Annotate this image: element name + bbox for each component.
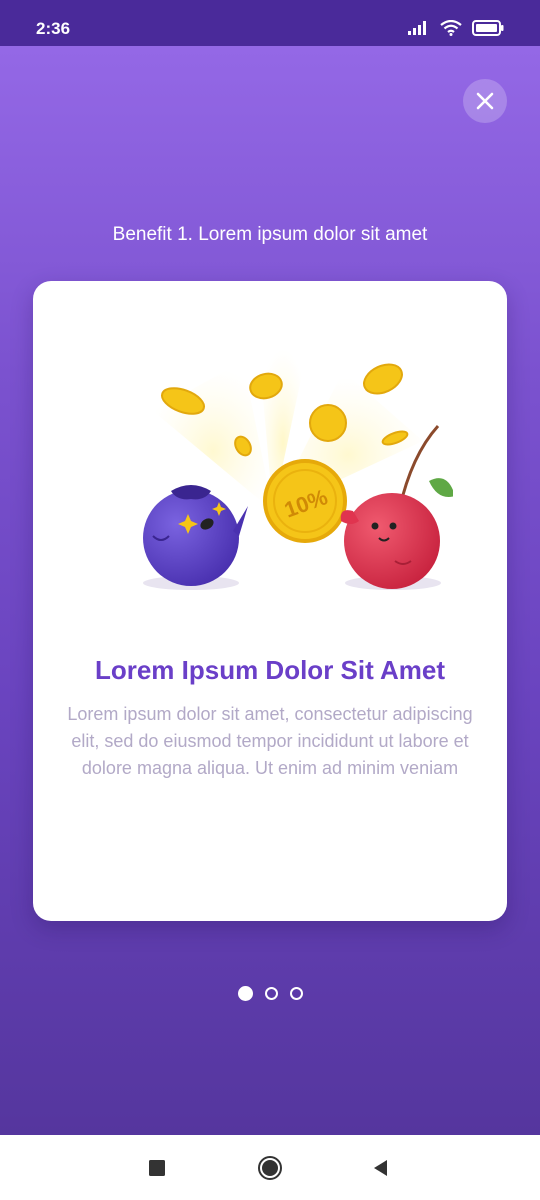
signal-icon	[408, 21, 430, 40]
home-icon	[258, 1156, 282, 1180]
wifi-icon	[440, 19, 462, 41]
home-button[interactable]	[257, 1155, 283, 1181]
benefit-card: 10% Lorem Ipsum Dolor Sit Amet Lorem ips…	[33, 281, 507, 921]
card-title: Lorem Ipsum Dolor Sit Amet	[94, 655, 446, 685]
recent-apps-icon	[149, 1160, 165, 1176]
close-icon	[476, 92, 494, 110]
status-bar: 2:36	[0, 0, 540, 46]
navigation-bar	[0, 1135, 540, 1200]
page-dot-3[interactable]	[289, 987, 303, 1000]
status-time: 2:36	[36, 19, 71, 38]
recent-apps-button[interactable]	[144, 1155, 170, 1181]
page-dot-1[interactable]	[237, 986, 253, 1001]
battery-icon	[472, 20, 504, 41]
page-dot-2[interactable]	[264, 987, 278, 1000]
status-icons	[408, 19, 504, 41]
card-description: Lorem ipsum dolor sit amet, consectetur …	[67, 704, 473, 778]
pagination-dots	[0, 986, 540, 1001]
benefit-illustration: 10%	[143, 341, 453, 590]
benefit-title: Benefit 1. Lorem ipsum dolor sit amet	[112, 224, 428, 245]
back-icon	[374, 1160, 387, 1176]
close-button[interactable]	[463, 79, 507, 123]
back-button[interactable]	[367, 1155, 393, 1181]
